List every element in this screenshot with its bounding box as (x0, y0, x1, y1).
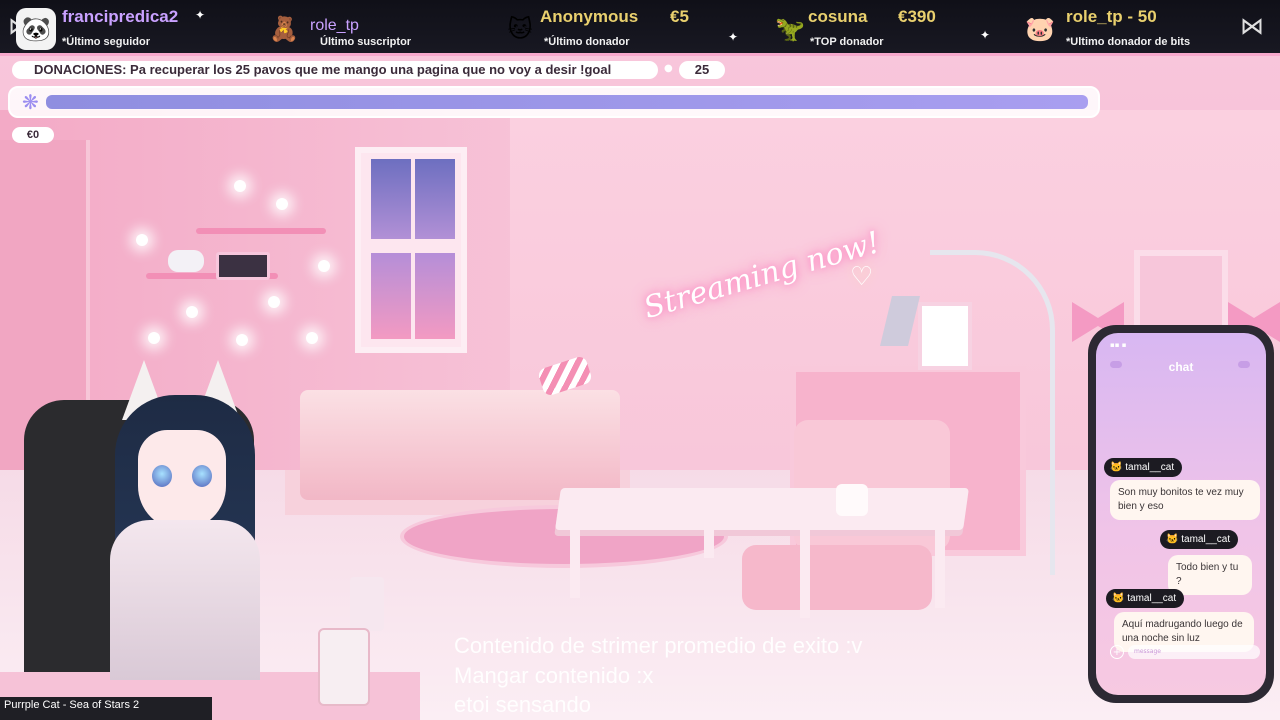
window-pane (415, 159, 455, 239)
chat-username: 🐱 tamal__cat (1106, 589, 1185, 608)
chat-message: Todo bien y tu ? (1168, 555, 1252, 595)
donation-progress-track (46, 95, 1088, 109)
caption-line: Mangar contenido :x (454, 663, 654, 688)
latest-follower-label: *Último seguidor (62, 36, 151, 48)
stream-alerts-bar: ⋈ 🐼 francipredica2 *Último seguidor 🧸 ro… (0, 0, 1280, 56)
fairy-light (186, 306, 198, 318)
donation-goal-title: DONACIONES: Pa recuperar los 25 pavos qu… (12, 61, 658, 79)
table-leg (935, 528, 945, 608)
fairy-light (148, 332, 160, 344)
speaker-icon (350, 577, 384, 631)
mug-icon (836, 484, 868, 516)
fairy-light (268, 296, 280, 308)
caption-line: Contenido de strimer promedio de exito :… (454, 633, 863, 658)
bow-icon: ⋈ (1240, 12, 1264, 40)
window-pane (415, 253, 455, 339)
latest-subscriber-label: Último suscriptor (320, 36, 412, 48)
top-donor-label: *TOP donador (810, 36, 884, 48)
wall-shelf (196, 228, 326, 234)
chat-message: Son muy bonitos te vez muy bien y eso (1110, 480, 1260, 520)
latest-bits-donor-name: role_tp - 50 (1066, 7, 1157, 26)
chat-add-button[interactable]: + (1110, 645, 1124, 659)
latest-bits-donor-label: *Ultimo donador de bits (1066, 36, 1191, 48)
latest-donor-amount: €5 (670, 7, 689, 26)
sparkle-icon: ✦ (728, 30, 739, 44)
gamepad-icon (168, 250, 204, 272)
chat-menu-icon (1238, 361, 1250, 368)
donation-goal-current: €0 (12, 127, 54, 143)
chat-username: 🐱 tamal__cat (1104, 458, 1183, 477)
top-donor-amount: €390 (898, 7, 936, 26)
fairy-light (318, 260, 330, 272)
chat-message-input[interactable]: message (1128, 645, 1260, 659)
sparkle-icon: ✦ (980, 28, 991, 42)
chat-username: 🐱 tamal__cat (1160, 530, 1239, 549)
latest-donor-label: *Último donador (544, 36, 630, 48)
separator-dot: ● (664, 63, 673, 74)
vtuber-avatar (100, 360, 310, 680)
fairy-light (306, 332, 318, 344)
window-pane (371, 253, 411, 339)
latest-donor-name: Anonymous (540, 7, 639, 26)
phone-status-bar: ▪▪ ▪ (1110, 341, 1127, 349)
chat-screen: ▪▪ ▪ chat 🐱 tamal__cat Son muy bonitos t… (1096, 333, 1266, 695)
butterfly-icon: ❋ (22, 90, 39, 114)
table-leg (570, 528, 580, 598)
room-window (355, 147, 467, 353)
table-leg (704, 528, 714, 558)
fairy-light (136, 234, 148, 246)
cat-chair (794, 420, 950, 550)
avatar-eye (152, 465, 172, 487)
table-leg (800, 528, 810, 618)
girl-icon: 🐷 (1025, 15, 1055, 43)
cat-icon: 🐱 (507, 15, 533, 43)
tablet-icon (216, 252, 270, 280)
neon-heart-icon: ♡ (850, 262, 874, 292)
latest-follower-name: francipredica2 (62, 7, 179, 26)
now-playing-song: Purrple Cat - Sea of Stars 2 (0, 697, 212, 720)
donation-progress-bar: ❋ (8, 86, 1100, 118)
top-donor-name: cosuna (808, 7, 868, 26)
fairy-light (236, 334, 248, 346)
dino-icon: 🦖 (775, 15, 805, 43)
caption-line: etoi sensando (454, 692, 591, 717)
panda-icon: 🐼 (16, 8, 56, 50)
drink-jar-icon (318, 628, 370, 706)
floor-cushion (742, 545, 932, 610)
wall-mirror (1134, 250, 1228, 334)
fairy-light (234, 180, 246, 192)
chat-phone-widget: ▪▪ ▪ chat 🐱 tamal__cat Son muy bonitos t… (1088, 325, 1274, 703)
fairy-light (276, 198, 288, 210)
latest-subscriber-name: role_tp (310, 17, 359, 34)
window-pane (371, 159, 411, 239)
avatar-face (138, 430, 226, 530)
donation-goal-target: 25 (679, 61, 725, 79)
bears-icon: 🧸 (269, 15, 299, 43)
sparkle-icon: ✦ (195, 8, 206, 22)
coffee-table (555, 488, 969, 530)
avatar-outfit (110, 520, 260, 680)
bed (300, 390, 620, 500)
avatar-eye (192, 465, 212, 487)
